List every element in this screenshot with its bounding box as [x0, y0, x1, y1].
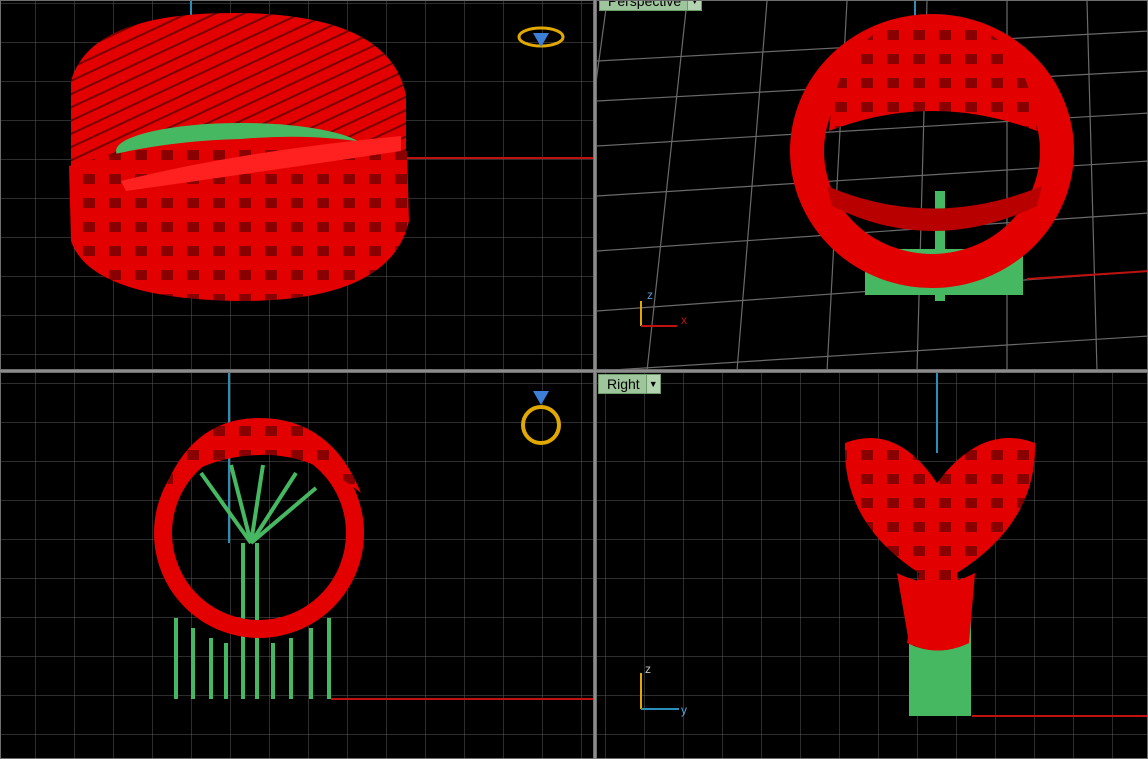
viewport-title-label: Right [607, 376, 640, 392]
axis-y-label: y [681, 703, 687, 717]
axis-z-label: z [645, 662, 651, 676]
viewport-title-label: Perspective [608, 0, 682, 9]
axis-z-label: z [647, 288, 653, 302]
ring-shank [897, 573, 975, 651]
viewport-front[interactable] [0, 372, 594, 759]
viewport-top-canvas [1, 1, 593, 369]
dropdown-arrow-icon[interactable]: ▼ [645, 375, 660, 393]
viewport-perspective-canvas: z x [597, 1, 1147, 369]
viewport-top[interactable] [0, 0, 594, 370]
viewport-front-canvas [1, 373, 593, 758]
dropdown-arrow-icon[interactable]: ▼ [687, 1, 702, 10]
viewport-perspective[interactable]: z x Perspective ▼ [596, 0, 1148, 370]
viewport-right[interactable]: z y Right ▼ [596, 372, 1148, 759]
viewport-title-perspective[interactable]: Perspective ▼ [599, 0, 703, 11]
viewport-right-canvas: z y [597, 373, 1147, 758]
axis-x-label: x [681, 313, 687, 327]
x-axis-line [1026, 270, 1147, 280]
viewport-title-right[interactable]: Right ▼ [598, 374, 661, 394]
